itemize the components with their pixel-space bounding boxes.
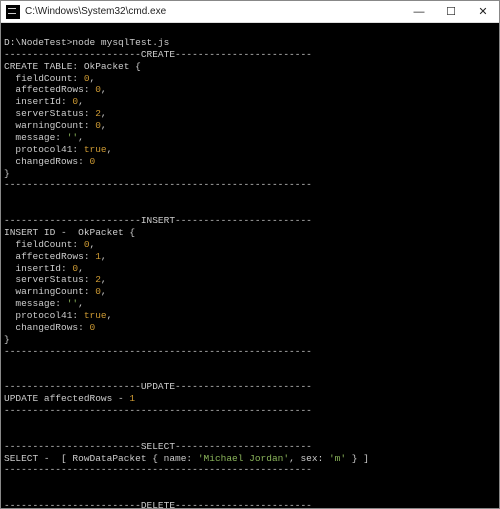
field: message: '', <box>4 132 84 143</box>
prompt-line: D:\NodeTest>node mysqlTest.js <box>4 37 169 48</box>
separator: ------------------------SELECT----------… <box>4 441 312 452</box>
cmd-icon <box>6 5 20 19</box>
field: warningCount: 0, <box>4 286 107 297</box>
close-button[interactable]: ✕ <box>467 1 499 22</box>
field: insertId: 0, <box>4 263 84 274</box>
field: protocol41: true, <box>4 144 112 155</box>
field: serverStatus: 2, <box>4 108 107 119</box>
separator: ----------------------------------------… <box>4 464 312 475</box>
terminal-output[interactable]: D:\NodeTest>node mysqlTest.js ----------… <box>1 23 499 508</box>
field: affectedRows: 0, <box>4 84 107 95</box>
field: warningCount: 0, <box>4 120 107 131</box>
field: fieldCount: 0, <box>4 239 95 250</box>
maximize-button[interactable]: ☐ <box>435 1 467 22</box>
field: serverStatus: 2, <box>4 274 107 285</box>
minimize-button[interactable]: — <box>403 1 435 22</box>
separator: ------------------------CREATE----------… <box>4 49 312 60</box>
create-header: CREATE TABLE: OkPacket { <box>4 61 141 72</box>
brace: } <box>4 168 10 179</box>
update-line: UPDATE affectedRows - 1 <box>4 393 135 404</box>
field: affectedRows: 1, <box>4 251 107 262</box>
field: changedRows: 0 <box>4 322 95 333</box>
separator: ----------------------------------------… <box>4 346 312 357</box>
window-controls: — ☐ ✕ <box>403 1 499 22</box>
field: message: '', <box>4 298 84 309</box>
separator: ------------------------UPDATE----------… <box>4 381 312 392</box>
separator: ----------------------------------------… <box>4 405 312 416</box>
separator: ------------------------INSERT----------… <box>4 215 312 226</box>
separator: ----------------------------------------… <box>4 179 312 190</box>
field: protocol41: true, <box>4 310 112 321</box>
brace: } <box>4 334 10 345</box>
field: fieldCount: 0, <box>4 73 95 84</box>
field: changedRows: 0 <box>4 156 95 167</box>
window-title: C:\Windows\System32\cmd.exe <box>25 6 403 17</box>
insert-header: INSERT ID - OkPacket { <box>4 227 135 238</box>
separator: ------------------------DELETE----------… <box>4 500 312 508</box>
window-titlebar: C:\Windows\System32\cmd.exe — ☐ ✕ <box>1 1 499 23</box>
select-line: SELECT - [ RowDataPacket { name: 'Michae… <box>4 453 369 464</box>
field: insertId: 0, <box>4 96 84 107</box>
